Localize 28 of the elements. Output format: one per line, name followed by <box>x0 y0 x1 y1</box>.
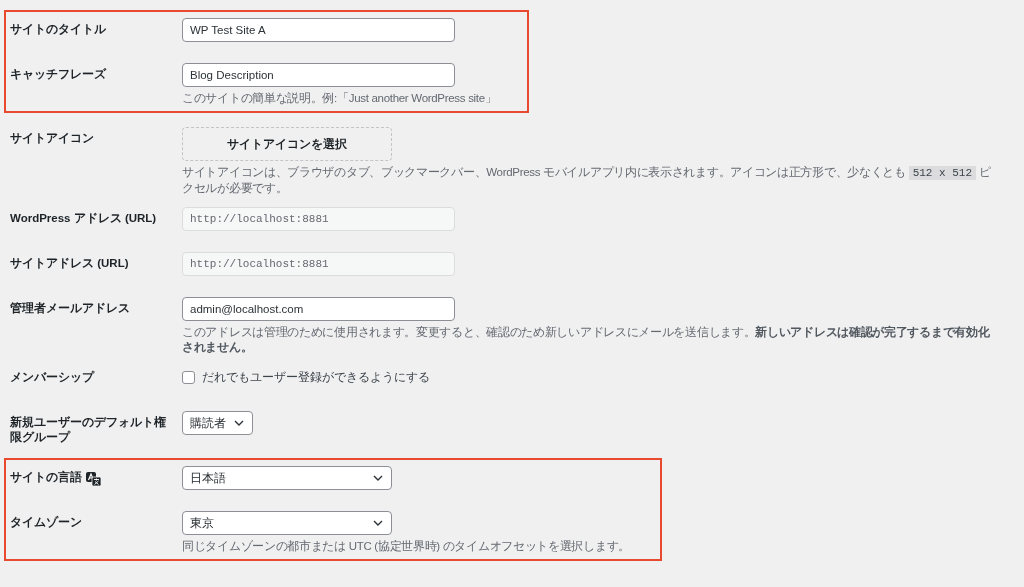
field-label: サイトアドレス (URL) <box>10 256 129 271</box>
field-description: このアドレスは管理のために使用されます。変更すると、確認のため新しいアドレスにメールを送信します。新しいアドレスは確認が完了するまで有効化されません。 <box>182 325 991 355</box>
field-description: 同じタイムゾーンの都市または UTC (協定世界時) のタイムオフセットを選択します。 <box>182 539 630 554</box>
field-label: サイトアイコン <box>10 131 94 146</box>
url-field[interactable]: http://localhost:8881 <box>182 207 455 231</box>
text-field[interactable]: WP Test Site A <box>182 18 455 42</box>
dropdown[interactable]: 東京 <box>182 511 392 535</box>
field-label: サイトの言語 <box>10 470 82 485</box>
field-description: このサイトの簡単な説明。例:「Just another WordPress site」 <box>182 91 497 106</box>
text-field[interactable]: admin@localhost.com <box>182 297 455 321</box>
dropdown[interactable]: 日本語 <box>182 466 392 490</box>
field-label: メンバーシップ <box>10 370 94 385</box>
chevron-icon <box>373 475 383 481</box>
dropdown[interactable]: 購読者 <box>182 411 253 435</box>
field-label: WordPress アドレス (URL) <box>10 211 157 226</box>
text-field[interactable]: Blog Description <box>182 63 455 87</box>
checkbox-label[interactable]: だれでもユーザー登録ができるようにする <box>202 370 430 385</box>
field-label: サイトのタイトル <box>10 22 106 37</box>
field-label: 管理者メールアドレス <box>10 301 130 316</box>
field-label: 新規ユーザーのデフォルト権限グループ <box>10 415 167 445</box>
chevron-icon <box>373 520 383 526</box>
select-icon-button[interactable]: サイトアイコンを選択 <box>182 127 392 161</box>
checkbox[interactable] <box>182 371 195 384</box>
field-description: サイトアイコンは、ブラウザのタブ、ブックマークバー、WordPress モバイルアプリ内に表示されます。アイコンは正方形で、少なくとも 512 x 512 ピクセルが必要です。 <box>182 165 992 196</box>
chevron-icon <box>234 420 244 426</box>
url-field[interactable]: http://localhost:8881 <box>182 252 455 276</box>
field-label: タイムゾーン <box>10 515 82 530</box>
field-label: キャッチフレーズ <box>10 67 106 82</box>
